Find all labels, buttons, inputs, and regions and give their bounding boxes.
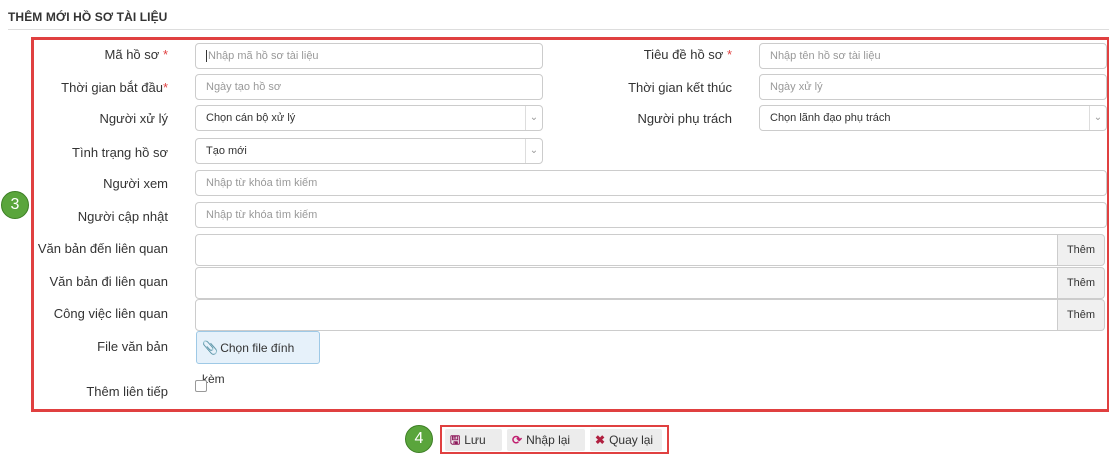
save-button[interactable]: 🖫 Lưu <box>445 429 502 451</box>
nguoi-xem-label: Người xem <box>103 176 168 191</box>
ma-ho-so-label: Mã hồ sơ * <box>104 47 168 62</box>
step-badge-4: 4 <box>405 425 433 453</box>
back-button[interactable]: ✖ Quay lại <box>590 429 662 451</box>
save-icon: 🖫 <box>450 433 461 447</box>
thoi-gian-bat-dau-label: Thời gian bắt đầu* <box>61 80 168 95</box>
van-ban-den-label: Văn bản đến liên quan <box>37 241 168 256</box>
page-title: THÊM MỚI HỒ SƠ TÀI LIỆU <box>8 10 168 24</box>
van-ban-di-input[interactable] <box>195 267 1058 299</box>
nguoi-phu-trach-label: Người phụ trách <box>637 111 732 126</box>
cong-viec-add-button[interactable]: Thêm <box>1058 299 1105 331</box>
cong-viec-input[interactable] <box>195 299 1058 331</box>
nguoi-xu-ly-label: Người xử lý <box>99 111 168 126</box>
chevron-down-icon[interactable]: ⌄ <box>525 139 542 163</box>
nguoi-cap-nhat-input[interactable]: Nhập từ khóa tìm kiếm <box>195 202 1107 228</box>
nguoi-xem-input[interactable]: Nhập từ khóa tìm kiếm <box>195 170 1107 196</box>
title-divider <box>8 29 1109 30</box>
file-van-ban-label: File văn bản <box>97 339 168 354</box>
paperclip-icon: 📎 <box>202 340 219 355</box>
chevron-down-icon[interactable]: ⌄ <box>525 106 542 130</box>
nguoi-cap-nhat-label: Người cập nhật <box>77 209 168 224</box>
refresh-icon: ⟳ <box>512 433 523 447</box>
choose-file-button[interactable]: 📎 Chọn file đính kèm <box>196 331 320 386</box>
van-ban-den-add-button[interactable]: Thêm <box>1058 234 1105 266</box>
tieu-de-input[interactable]: Nhập tên hồ sơ tài liệu <box>759 43 1107 69</box>
thoi-gian-ket-thuc-input[interactable]: Ngày xử lý <box>759 74 1107 100</box>
tinh-trang-label: Tình trạng hồ sơ <box>72 145 168 160</box>
thoi-gian-bat-dau-input[interactable]: Ngày tạo hồ sơ <box>195 74 543 100</box>
close-icon: ✖ <box>595 433 606 447</box>
van-ban-di-label: Văn bản đi liên quan <box>49 274 168 289</box>
nguoi-phu-trach-select[interactable]: Chọn lãnh đạo phụ trách ⌄ <box>759 105 1107 131</box>
them-lien-tiep-checkbox[interactable] <box>195 380 207 392</box>
chevron-down-icon[interactable]: ⌄ <box>1089 106 1106 130</box>
tieu-de-label: Tiêu đề hồ sơ * <box>643 47 732 62</box>
cong-viec-label: Công việc liên quan <box>53 306 168 321</box>
reset-button[interactable]: ⟳ Nhập lại <box>507 429 585 451</box>
van-ban-den-input[interactable] <box>195 234 1058 266</box>
van-ban-di-add-button[interactable]: Thêm <box>1058 267 1105 299</box>
them-lien-tiep-label: Thêm liên tiếp <box>86 384 168 399</box>
nguoi-xu-ly-select[interactable]: Chọn cán bộ xử lý ⌄ <box>195 105 543 131</box>
ma-ho-so-input[interactable]: Nhập mã hồ sơ tài liệu <box>195 43 543 69</box>
step-badge-3: 3 <box>1 191 29 219</box>
thoi-gian-ket-thuc-label: Thời gian kết thúc <box>628 80 732 95</box>
tinh-trang-select[interactable]: Tạo mới ⌄ <box>195 138 543 164</box>
